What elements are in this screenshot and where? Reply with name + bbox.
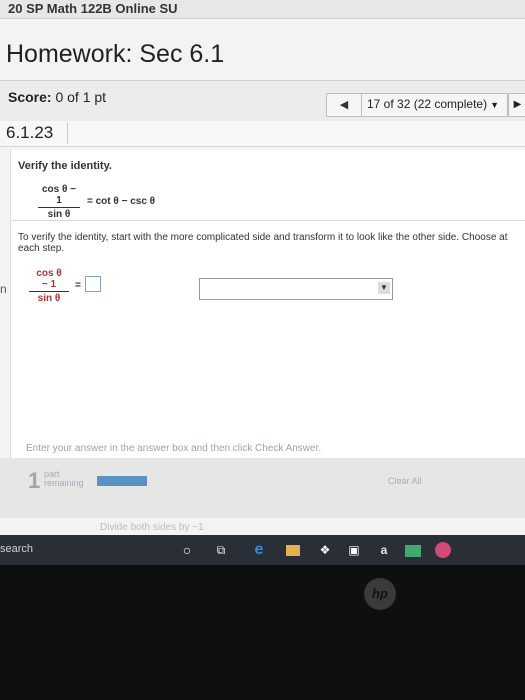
fraction-bar xyxy=(29,291,69,292)
laptop-bezel: hp xyxy=(0,565,525,700)
question-pager[interactable]: ◀ 17 of 32 (22 complete) ▼ xyxy=(326,93,508,117)
top-bar: 20 SP Math 122B Online SU xyxy=(0,0,525,19)
score: Score: 0 of 1 pt xyxy=(8,89,106,105)
store-icon[interactable]: ▣ xyxy=(345,541,363,559)
edge-mark: n xyxy=(0,282,7,296)
homework-title: Homework: Sec 6.1 xyxy=(6,40,225,68)
app-icon[interactable] xyxy=(435,542,451,558)
previous-question-button[interactable]: ◀ xyxy=(327,94,362,116)
file-explorer-icon[interactable] xyxy=(286,545,300,556)
fraction-numerator: cos θ − 1 xyxy=(36,268,62,290)
verify-prompt: Verify the identity. xyxy=(18,160,112,172)
parts-remaining-label: part remaining xyxy=(44,470,84,488)
score-label: Score: xyxy=(8,89,52,105)
fraction-denominator: sin θ xyxy=(37,293,61,304)
chevron-down-icon: ▼ xyxy=(490,100,499,110)
taskbar: search ○ ⧉ e ❖ ▣ a xyxy=(0,535,525,565)
fraction-denominator: sin θ xyxy=(47,209,71,220)
step-reason-dropdown[interactable]: ▼ xyxy=(199,278,393,300)
step-fraction: cos θ − 1 sin θ xyxy=(29,268,69,304)
amazon-icon[interactable]: a xyxy=(375,541,393,559)
fraction-numerator: cos θ − 1 xyxy=(41,184,77,206)
divider xyxy=(67,123,68,144)
bottom-panel: 1 part remaining Clear All xyxy=(0,458,525,518)
brand-logo: hp xyxy=(364,578,396,610)
edge-icon[interactable]: e xyxy=(250,541,268,559)
identity-right-side: = cot θ − csc θ xyxy=(87,196,156,207)
bottom-hint: Divide both sides by −1 xyxy=(100,522,204,533)
question-selector[interactable]: 17 of 32 (22 complete) ▼ xyxy=(367,97,499,111)
mail-icon[interactable] xyxy=(405,545,421,557)
instructions: To verify the identity, start with the m… xyxy=(18,232,508,254)
clear-all-button[interactable]: Clear All xyxy=(388,476,422,486)
section-divider xyxy=(11,220,525,221)
equals-sign: = xyxy=(75,280,81,291)
search-label: search xyxy=(0,543,34,555)
cortana-icon[interactable]: ○ xyxy=(178,541,196,559)
question-number: 6.1.23 xyxy=(6,123,54,142)
score-value: 0 of 1 pt xyxy=(55,89,107,105)
dropbox-icon[interactable]: ❖ xyxy=(316,541,334,559)
next-question-button[interactable]: ▶ xyxy=(508,93,525,117)
parts-label-line2: remaining xyxy=(44,478,84,488)
task-view-icon[interactable]: ⧉ xyxy=(212,541,230,559)
enter-answer-hint: Enter your answer in the answer box and … xyxy=(26,443,322,454)
answer-input[interactable] xyxy=(85,276,101,292)
chevron-down-icon[interactable]: ▼ xyxy=(378,282,390,294)
question-position: 17 of 32 (22 complete) xyxy=(367,97,488,111)
progress-bar xyxy=(97,476,147,486)
question-panel: Verify the identity. cos θ − 1 sin θ = c… xyxy=(10,150,525,490)
question-header: 6.1.23 xyxy=(0,121,525,147)
taskbar-search[interactable]: search xyxy=(0,543,33,555)
course-title: 20 SP Math 122B Online SU xyxy=(8,1,178,16)
score-bar: Score: 0 of 1 pt ◀ 17 of 32 (22 complete… xyxy=(0,80,525,122)
fraction-bar xyxy=(38,207,80,208)
identity-fraction: cos θ − 1 sin θ xyxy=(38,184,80,220)
parts-remaining-count: 1 xyxy=(28,468,41,493)
